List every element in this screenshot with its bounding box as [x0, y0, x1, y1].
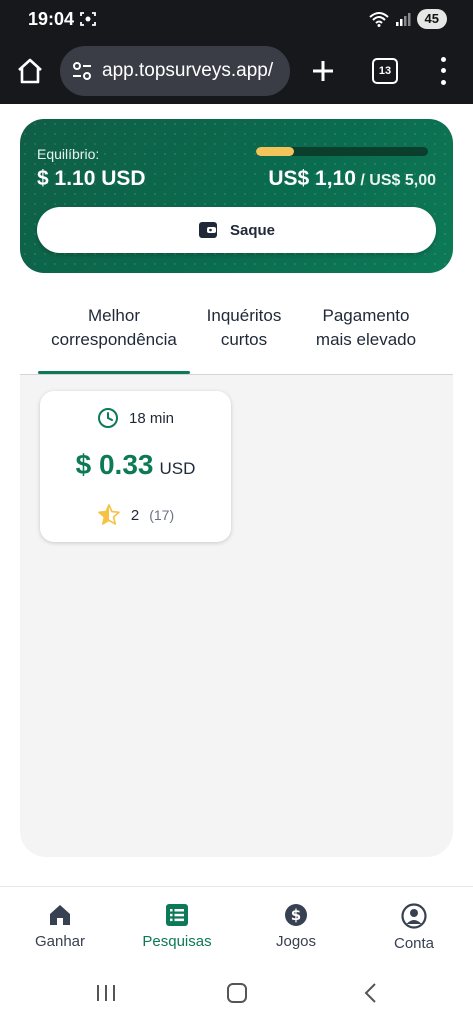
tab-label-line1: Inquéritos: [206, 306, 282, 325]
nav-label: Pesquisas: [142, 933, 212, 950]
balance-value: $ 1.10 USD: [37, 167, 146, 190]
survey-duration: 18 min: [40, 407, 231, 429]
tab-label-line2: mais elevado: [315, 330, 417, 349]
survey-list: 18 min $ 0.33 USD 2 (17): [20, 375, 453, 857]
system-navigation-bar: [0, 966, 473, 1024]
home-icon: [50, 905, 70, 925]
clock-icon: [97, 408, 118, 428]
screen-record-icon: [80, 12, 96, 26]
dollar-coin-icon: $: [285, 904, 307, 926]
url-text: app.topsurveys.app/: [102, 60, 274, 81]
survey-reward: $ 0.33 USD: [40, 449, 231, 481]
nav-earn[interactable]: Ganhar: [10, 903, 110, 950]
rating-count: (17): [149, 507, 175, 523]
survey-rating: 2 (17): [40, 503, 231, 527]
nav-games[interactable]: $ Jogos: [246, 903, 346, 950]
rating-value: 2: [130, 506, 140, 524]
user-circle-icon: [401, 903, 427, 929]
balance-card: Equilíbrio: $ 1.10 USD US$ 1,10 / US$ 5,…: [20, 119, 453, 273]
back-icon[interactable]: [360, 982, 382, 1004]
list-icon: [166, 904, 188, 926]
browser-toolbar: app.topsurveys.app/ 13: [0, 38, 473, 104]
survey-tabs: Melhor correspondência Inquéritos curtos…: [20, 290, 453, 375]
duration-text: 18 min: [128, 409, 175, 427]
reward-currency: USD: [159, 459, 196, 478]
tab-best-match[interactable]: Melhor correspondência: [38, 290, 190, 375]
nav-label: Conta: [393, 935, 435, 952]
survey-card[interactable]: 18 min $ 0.33 USD 2 (17): [40, 391, 231, 542]
address-bar[interactable]: app.topsurveys.app/: [60, 46, 290, 96]
payout-progress-bar: [256, 147, 428, 156]
progress-separator: /: [360, 172, 365, 189]
tab-label-line2: correspondência: [51, 330, 177, 349]
battery-indicator: 45: [416, 9, 447, 29]
nav-surveys[interactable]: Pesquisas: [127, 903, 227, 950]
payout-progress-fill: [256, 147, 294, 156]
home-icon[interactable]: [14, 55, 46, 87]
new-tab-icon[interactable]: [306, 54, 340, 88]
tab-label-line2: curtos: [220, 330, 268, 349]
tab-count: 13: [378, 65, 392, 77]
nav-label: Jogos: [275, 933, 317, 950]
recent-apps-icon[interactable]: [95, 982, 117, 1004]
reward-amount: $ 0.33: [75, 449, 154, 480]
status-bar: 19:04 45: [0, 0, 473, 38]
withdraw-button[interactable]: Saque: [37, 207, 436, 253]
tab-label-line1: Melhor: [88, 306, 140, 325]
tab-short-surveys[interactable]: Inquéritos curtos: [194, 290, 294, 375]
progress-current: US$ 1,10: [268, 167, 356, 190]
site-settings-icon[interactable]: [70, 59, 94, 83]
signal-icon: [395, 13, 411, 26]
status-icons: 45: [368, 9, 447, 29]
svg-text:$: $: [291, 906, 301, 924]
tabs-icon[interactable]: 13: [372, 58, 398, 84]
tab-label-line1: Pagamento: [322, 306, 410, 325]
wifi-icon: [368, 12, 389, 27]
withdraw-label: Saque: [229, 221, 275, 239]
payout-progress-text: US$ 1,10 / US$ 5,00: [268, 167, 436, 191]
overflow-menu-icon[interactable]: [432, 54, 454, 88]
progress-target: US$ 5,00: [369, 172, 436, 189]
half-star-icon: [98, 504, 120, 525]
tab-highest-payout[interactable]: Pagamento mais elevado: [302, 290, 430, 375]
bottom-navigation: Ganhar Pesquisas $ Jogos Conta: [0, 886, 473, 966]
status-time: 19:04: [28, 9, 75, 29]
nav-account[interactable]: Conta: [364, 903, 464, 952]
home-button-icon[interactable]: [226, 982, 248, 1004]
wallet-icon: [198, 222, 217, 238]
balance-label: Equilíbrio:: [37, 146, 100, 162]
nav-label: Ganhar: [34, 933, 86, 950]
